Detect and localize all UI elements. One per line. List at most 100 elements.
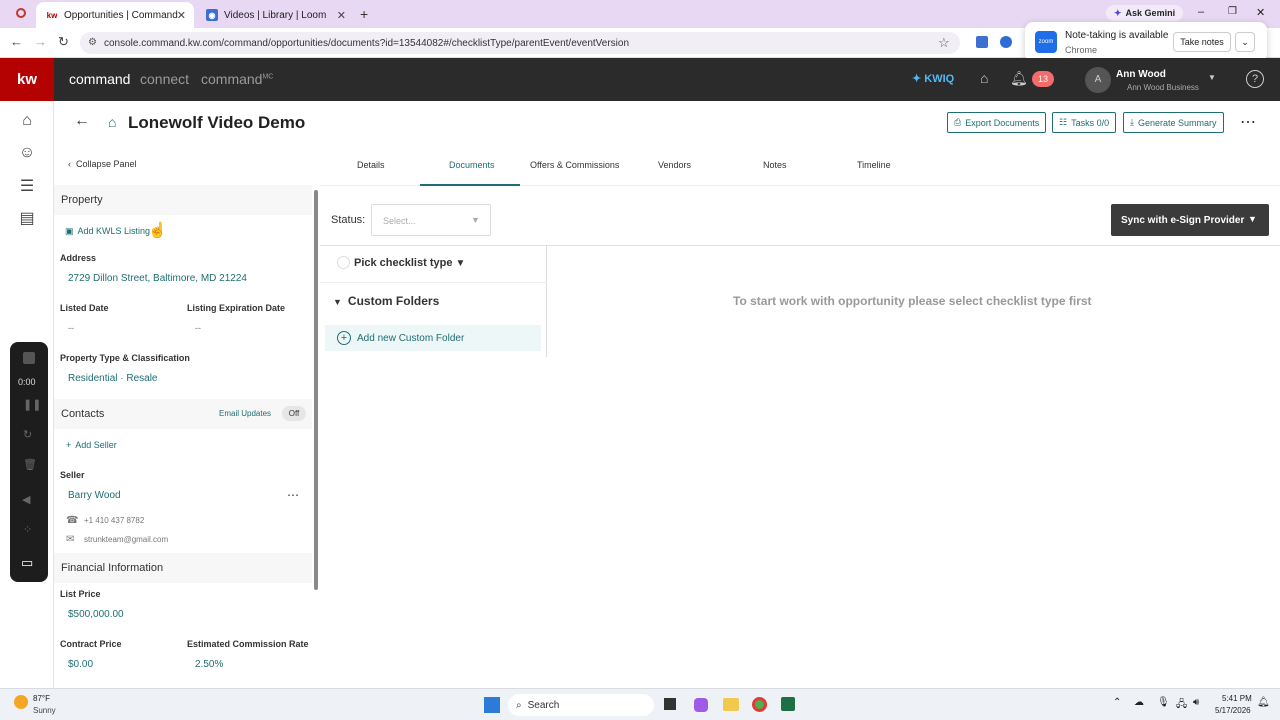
site-info-icon[interactable]: ⚙ [88, 37, 97, 48]
tab-notes[interactable]: Notes [763, 160, 787, 170]
export-documents-button[interactable]: ⎙ Export Documents [947, 112, 1047, 133]
tab-vendors[interactable]: Vendors [658, 160, 691, 170]
search-icon: ⌕ [516, 699, 522, 711]
chrome-icon[interactable] [752, 697, 767, 712]
bookmark-star-icon[interactable]: ☆ [938, 35, 950, 51]
chevron-down-icon[interactable]: ⌄ [1235, 32, 1255, 52]
custom-folders-toggle[interactable]: ▼ Custom Folders [333, 294, 439, 308]
seller-more-icon[interactable]: ⋯ [287, 488, 299, 502]
address-label: Address [60, 253, 97, 263]
seller-phone[interactable]: +1 410 437 8782 [84, 516, 144, 525]
pick-checklist-dropdown[interactable]: Pick checklist type ▼ [354, 257, 465, 269]
left-icon-rail: ⌂ ☺ ☰ ▤ 0:00 ❚❚ ↻ 🗑︎ ◀ ⁘ ▭ [0, 101, 54, 688]
weather-condition[interactable]: Sunny [33, 706, 56, 715]
stop-record-icon[interactable] [23, 352, 35, 364]
delete-icon[interactable]: 🗑︎ [23, 458, 37, 471]
excel-icon[interactable] [781, 697, 795, 711]
gemini-icon: ✦ [1114, 7, 1122, 18]
contract-price-value[interactable]: $0.00 [68, 659, 93, 670]
back-icon[interactable]: ← [10, 34, 23, 49]
take-notes-button[interactable]: Take notes [1173, 32, 1231, 52]
browser-tab-command[interactable]: kw Opportunities | Command ✕ [36, 2, 194, 28]
microphone-icon[interactable]: 🎙︎ [1157, 697, 1170, 708]
close-window-icon[interactable]: ✕ [1256, 6, 1265, 19]
nav-connect[interactable]: connect [140, 71, 189, 87]
tray-chevron-icon[interactable]: ⌃ [1113, 697, 1121, 708]
task-view-icon[interactable] [664, 698, 676, 710]
close-tab-icon[interactable]: ✕ [337, 9, 346, 22]
user-name[interactable]: Ann Wood [1116, 69, 1166, 80]
email-updates-toggle[interactable]: Off [282, 406, 306, 421]
generate-summary-button[interactable]: ⤓ Generate Summary [1123, 112, 1224, 133]
contacts-icon[interactable]: ☺ [16, 144, 38, 166]
property-type-value[interactable]: Residential · Resale [68, 373, 158, 384]
browser-menu-icon[interactable] [16, 8, 26, 18]
maximize-icon[interactable]: ❐ [1228, 6, 1237, 17]
kw-logo[interactable]: kw [0, 58, 54, 101]
network-icon[interactable]: 🖧 [1176, 697, 1187, 714]
nav-command[interactable]: command [69, 71, 130, 87]
tab-details[interactable]: Details [357, 160, 385, 170]
seller-email[interactable]: strunkteam@gmail.com [84, 535, 168, 544]
new-tab-icon[interactable]: + [360, 6, 368, 22]
restart-icon[interactable]: ↻ [23, 428, 32, 441]
forward-icon[interactable]: → [34, 34, 47, 49]
address-value[interactable]: 2729 Dillon Street, Baltimore, MD 21224 [68, 273, 247, 284]
extension-icon[interactable] [976, 36, 988, 48]
left-panel-scrollbar[interactable] [314, 190, 318, 590]
copilot-icon[interactable] [694, 698, 708, 712]
phone-icon: ☎ [66, 515, 79, 526]
back-arrow-icon[interactable]: ← [74, 112, 90, 130]
seller-name[interactable]: Barry Wood [68, 490, 121, 501]
add-custom-folder-button[interactable]: + Add new Custom Folder [325, 325, 541, 351]
tab-documents[interactable]: Documents [449, 160, 495, 170]
grid-icon[interactable]: ⁘ [23, 523, 32, 536]
bell-icon[interactable]: 🔔︎ [1010, 70, 1028, 87]
pause-icon[interactable]: ❚❚ [23, 398, 41, 411]
tab-offers-commissions[interactable]: Offers & Commissions [530, 160, 619, 170]
clock-date[interactable]: 5/17/2026 [1215, 706, 1251, 715]
minimize-icon[interactable]: – [1198, 6, 1204, 18]
kwiq-button[interactable]: ✦ KWIQ [912, 72, 954, 85]
more-options-icon[interactable]: ⋯ [1240, 112, 1256, 132]
windows-start-icon[interactable] [484, 697, 500, 713]
taskbar-search[interactable]: ⌕ Search [508, 694, 654, 716]
documents-main: Status: Select... ▼ Sync with e-Sign Pro… [320, 186, 1280, 688]
notification-count-badge[interactable]: 13 [1032, 71, 1054, 87]
add-kwls-listing-link[interactable]: ▣ Add KWLS Listing [65, 226, 150, 237]
clock-time[interactable]: 5:41 PM [1222, 694, 1252, 703]
collapse-panel-button[interactable]: ‹ Collapse Panel [68, 159, 137, 169]
camera-icon[interactable]: ▭ [21, 555, 33, 571]
sync-esign-button[interactable]: Sync with e-Sign Provider ▼ [1111, 204, 1269, 236]
nav-command-mc[interactable]: commandMC [201, 71, 273, 87]
help-icon[interactable]: ? [1246, 70, 1264, 88]
checklist-radio-icon[interactable] [337, 256, 350, 269]
extension-icon[interactable] [1000, 36, 1012, 48]
notification-bell-icon[interactable]: 🔔︎ [1257, 697, 1270, 708]
commission-rate-value[interactable]: 2.50% [195, 659, 223, 670]
close-tab-icon[interactable]: ✕ [177, 9, 186, 22]
file-explorer-icon[interactable] [723, 698, 739, 711]
add-seller-link[interactable]: + Add Seller [66, 440, 117, 450]
status-select[interactable]: Select... ▼ [371, 204, 491, 236]
tab-timeline[interactable]: Timeline [857, 160, 891, 170]
weather-temp[interactable]: 87°F [33, 694, 50, 703]
reload-icon[interactable]: ↻ [58, 34, 69, 50]
ask-gemini-button[interactable]: ✦ Ask Gemini [1106, 5, 1184, 21]
speaker-icon[interactable]: ◀ [22, 493, 30, 506]
user-business[interactable]: Ann Wood Business [1127, 83, 1199, 92]
home-icon[interactable]: ⌂ [16, 112, 38, 134]
opportunities-icon[interactable]: ▤ [16, 208, 38, 230]
list-price-value[interactable]: $500,000.00 [68, 609, 124, 620]
volume-icon[interactable]: 🔊︎ [1193, 697, 1199, 708]
tasks-button[interactable]: ☷ Tasks 0/0 [1052, 112, 1117, 133]
mouse-cursor-icon: ☝ [148, 222, 167, 239]
url-input[interactable]: ⚙ console.command.kw.com/command/opportu… [80, 32, 960, 54]
store-icon[interactable]: ⌂ [980, 70, 988, 86]
chevron-down-icon[interactable]: ▼ [1208, 73, 1216, 82]
tasks-icon[interactable]: ☰ [16, 176, 38, 198]
avatar[interactable]: A [1085, 67, 1111, 93]
weather-icon[interactable] [14, 695, 28, 709]
browser-tab-loom[interactable]: ◉ Videos | Library | Loom ✕ [196, 2, 354, 28]
onedrive-icon[interactable]: ☁ [1134, 697, 1144, 708]
